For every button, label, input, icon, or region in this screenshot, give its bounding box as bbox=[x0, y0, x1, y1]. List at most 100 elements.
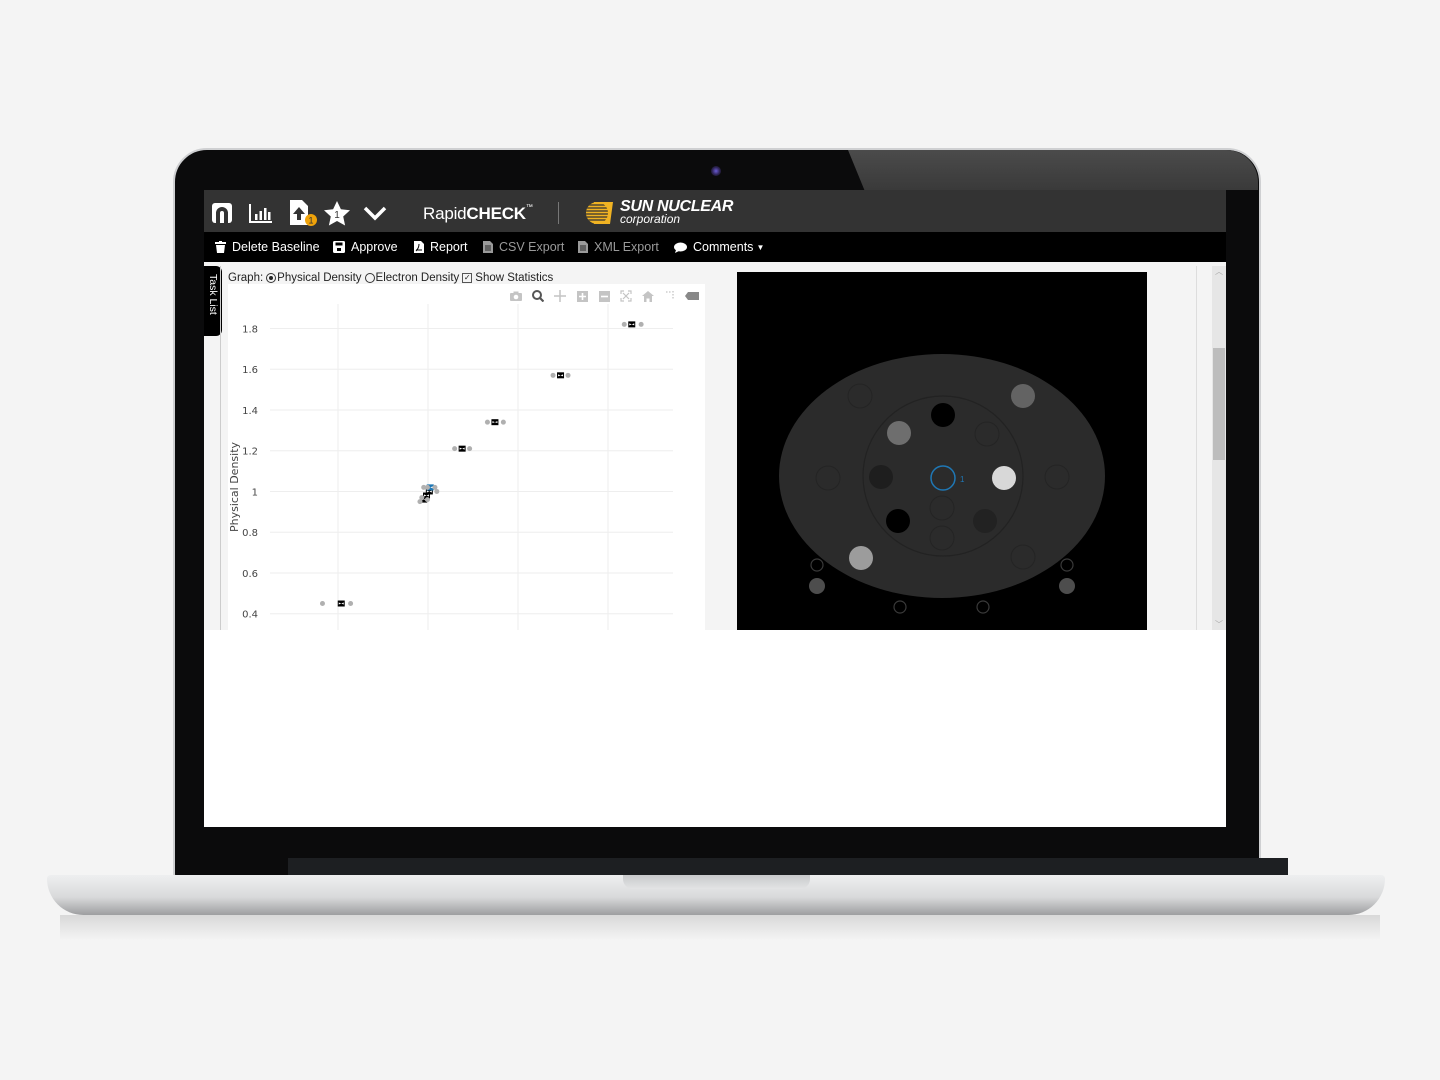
chevron-down-icon[interactable] bbox=[362, 200, 388, 226]
y-tick-label: 1.6 bbox=[242, 365, 258, 376]
zoom-icon[interactable] bbox=[531, 290, 545, 302]
caret-down-icon: ▼ bbox=[756, 242, 765, 252]
range-point bbox=[621, 321, 627, 327]
electron-density-label[interactable]: Electron Density bbox=[376, 272, 460, 284]
insert-outer-2 bbox=[1011, 384, 1035, 408]
delete-baseline-label: Delete Baseline bbox=[232, 240, 320, 254]
app-brand: RapidCHECK™ bbox=[423, 204, 533, 224]
electron-density-radio[interactable] bbox=[364, 273, 375, 283]
comments-label: Comments bbox=[693, 240, 754, 254]
upload-badge: 1 bbox=[308, 216, 313, 226]
brand-tm: ™ bbox=[525, 204, 533, 211]
density-plot: 0.4 0.6 0.8 1 1.2 1.4 1.6 1.8 Physical Density bbox=[228, 284, 705, 640]
csv-export-button[interactable]: CSV Export bbox=[483, 240, 564, 254]
pane-divider bbox=[220, 266, 221, 630]
pdf-icon bbox=[414, 241, 424, 253]
camera-icon[interactable] bbox=[509, 290, 523, 302]
insert-inner-7 bbox=[973, 509, 997, 533]
brand-separator bbox=[558, 202, 559, 224]
ct-phantom-image[interactable]: 1 bbox=[737, 272, 1147, 630]
star-icon[interactable]: 1 bbox=[322, 200, 352, 226]
sun-logo-icon bbox=[586, 202, 613, 224]
delete-baseline-button[interactable]: Delete Baseline bbox=[215, 240, 320, 254]
main-content: Task List Graph: Physical Density Electr… bbox=[204, 262, 1226, 640]
file-icon bbox=[578, 241, 588, 253]
range-point bbox=[348, 601, 354, 607]
approve-label: Approve bbox=[351, 240, 398, 254]
range-point bbox=[424, 497, 430, 503]
insert-center-low bbox=[929, 495, 955, 521]
save-icon bbox=[333, 241, 345, 253]
vertical-scrollbar[interactable]: ︿ ﹀ bbox=[1212, 266, 1226, 630]
range-point bbox=[565, 372, 571, 378]
task-list-label: Task List bbox=[207, 274, 219, 315]
laptop-hinge bbox=[288, 858, 1288, 876]
screen-glare bbox=[848, 150, 1258, 190]
insert-outer-5 bbox=[849, 546, 873, 570]
app-screen: 1 1 RapidCHECK™ SUN NUCLEAR corporation … bbox=[204, 190, 1226, 827]
lower-panel bbox=[204, 630, 1226, 827]
y-tick-label: 1.8 bbox=[242, 324, 258, 335]
brand-bold: CHECK bbox=[466, 204, 526, 223]
file-icon bbox=[483, 241, 493, 253]
show-statistics-label[interactable]: Show Statistics bbox=[475, 272, 553, 284]
physical-density-label[interactable]: Physical Density bbox=[277, 272, 361, 284]
spike-lines-icon[interactable] bbox=[663, 290, 677, 302]
approve-button[interactable]: Approve bbox=[333, 240, 398, 254]
range-point bbox=[424, 484, 430, 490]
y-tick-label: 1 bbox=[252, 487, 258, 498]
chart-icon[interactable] bbox=[247, 200, 275, 226]
xml-export-label: XML Export bbox=[594, 240, 659, 254]
insert-outer-6 bbox=[1010, 544, 1036, 570]
autoscale-icon[interactable] bbox=[619, 290, 633, 302]
ct-image-viewer[interactable]: 1 bbox=[737, 272, 1147, 630]
csv-export-label: CSV Export bbox=[499, 240, 565, 254]
insert-inner-2 bbox=[887, 421, 911, 445]
zoom-out-icon[interactable] bbox=[597, 290, 611, 302]
top-navbar: 1 1 RapidCHECK™ SUN NUCLEAR corporation bbox=[204, 190, 1226, 232]
report-label: Report bbox=[430, 240, 468, 254]
graph-options: Graph: Physical Density Electron Density… bbox=[228, 272, 553, 284]
insert-outer-3 bbox=[815, 465, 841, 491]
home-reset-icon[interactable] bbox=[641, 290, 655, 302]
show-statistics-checkbox[interactable]: ✓ bbox=[462, 273, 473, 283]
range-point bbox=[550, 372, 556, 378]
report-button[interactable]: Report bbox=[414, 240, 468, 254]
insert-inner-6 bbox=[886, 509, 910, 533]
y-tick-label: 1.4 bbox=[242, 406, 258, 417]
laptop-shadow bbox=[60, 915, 1380, 940]
webcam bbox=[711, 166, 721, 176]
insert-inner-5 bbox=[992, 466, 1016, 490]
laptop-notch bbox=[623, 875, 810, 889]
pan-icon[interactable] bbox=[553, 290, 567, 302]
range-point bbox=[452, 446, 458, 452]
home-icon[interactable] bbox=[210, 200, 234, 226]
comments-dropdown[interactable]: Comments ▼ bbox=[674, 240, 764, 254]
plot-modebar bbox=[509, 290, 699, 302]
range-point bbox=[484, 419, 490, 425]
star-badge: 1 bbox=[334, 210, 340, 221]
scroll-up-icon[interactable]: ︿ bbox=[1212, 266, 1226, 277]
xml-export-button[interactable]: XML Export bbox=[578, 240, 659, 254]
range-point bbox=[434, 488, 440, 494]
insert-center-bottom bbox=[929, 525, 955, 551]
right-pane-divider bbox=[1196, 266, 1197, 630]
comment-icon bbox=[674, 242, 687, 253]
graph-label: Graph: bbox=[228, 272, 264, 284]
hover-compare-icon[interactable] bbox=[685, 290, 699, 302]
scroll-down-icon[interactable]: ﹀ bbox=[1212, 619, 1226, 630]
physical-density-radio[interactable] bbox=[266, 273, 277, 283]
upload-document-icon[interactable]: 1 bbox=[288, 200, 318, 226]
company-logo: SUN NUCLEAR corporation bbox=[584, 199, 733, 226]
range-point bbox=[319, 601, 325, 607]
y-tick-label: 0.8 bbox=[242, 528, 258, 539]
range-point bbox=[419, 495, 425, 501]
scrollbar-thumb[interactable] bbox=[1213, 348, 1225, 460]
y-tick-label: 0.4 bbox=[242, 610, 258, 621]
range-point bbox=[638, 321, 644, 327]
insert-outer-1 bbox=[847, 383, 873, 409]
brand-regular: Rapid bbox=[423, 204, 467, 223]
insert-inner-1 bbox=[931, 403, 955, 427]
zoom-in-icon[interactable] bbox=[575, 290, 589, 302]
range-point bbox=[467, 446, 473, 452]
